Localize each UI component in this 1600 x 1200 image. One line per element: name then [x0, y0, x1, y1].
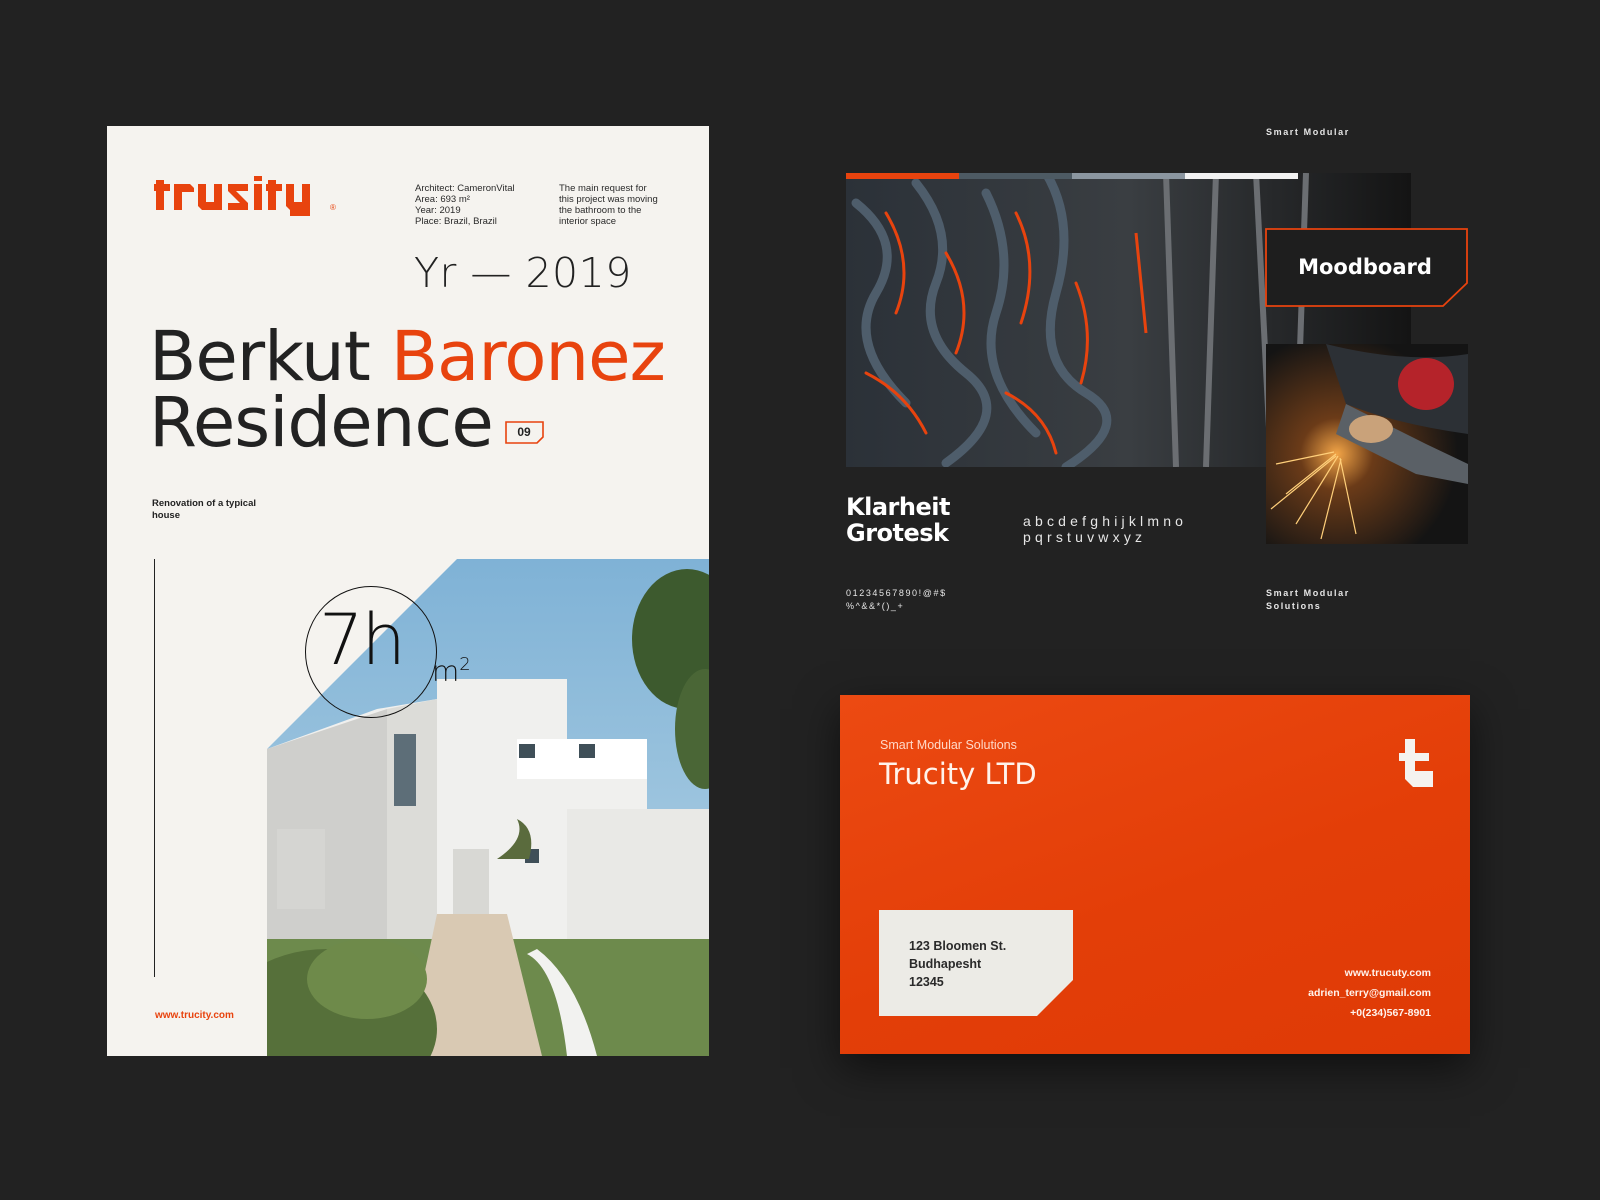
project-subtitle: Renovation of a typical house — [152, 498, 256, 521]
swatch-accent — [846, 173, 959, 179]
poster-website-link[interactable]: www.trucity.com — [155, 1010, 234, 1021]
vertical-divider — [154, 559, 155, 977]
trucity-logo: ® — [154, 176, 336, 216]
area-unit-exponent: 2 — [459, 654, 471, 675]
poster-card: ® Architect: CameronVital Area: 693 m² Y… — [107, 126, 709, 1056]
issue-badge: 09 — [505, 421, 544, 444]
moodboard-title: Moodboard — [1298, 255, 1432, 279]
envelope-tagline: Smart Modular Solutions — [880, 738, 1017, 752]
swatch-gray — [1072, 173, 1185, 179]
envelope-website-link[interactable]: www.trucuty.com — [1308, 963, 1431, 983]
envelope-card: Smart Modular Solutions Trucity LTD 123 … — [840, 695, 1470, 1054]
typeface-name: Klarheit Grotesk — [846, 493, 950, 547]
trucity-mark-icon — [1399, 739, 1433, 787]
year-label: Yr — 2019 — [414, 249, 632, 297]
project-meta: Architect: CameronVital Area: 693 m² Yea… — [415, 183, 515, 227]
project-title: Berkut Baronez Residence — [149, 323, 666, 458]
typeface-numbers: 01234567890!@#$ %^&&*()_+ — [846, 588, 947, 611]
title-part-2: Residence — [149, 383, 494, 463]
moodboard-tag: Moodboard — [1265, 228, 1469, 308]
envelope-email-link[interactable]: adrien_terry@gmail.com — [1308, 983, 1431, 1003]
moodboard-top-label: Smart Modular — [1266, 127, 1350, 137]
typeface-alphabet: abcdefghijklmno pqrstuvwxyz — [1023, 513, 1188, 545]
company-name: Trucity LTD — [879, 757, 1037, 791]
registered-mark: ® — [330, 203, 336, 212]
envelope-phone: +0(234)567-8901 — [1350, 1007, 1431, 1019]
issue-number: 09 — [517, 425, 531, 439]
area-unit: m2 — [432, 654, 471, 687]
mailing-address: 123 Bloomen St. Budhapesht 12345 — [909, 939, 1007, 989]
area-value: 7h — [319, 599, 406, 681]
swatch-slate — [959, 173, 1072, 179]
area-unit-text: m — [432, 654, 460, 688]
moodboard-bottom-label: Smart Modular Solutions — [1266, 588, 1350, 611]
project-description: The main request for this project was mo… — [559, 183, 658, 227]
color-palette-strip — [846, 173, 1298, 179]
contact-block: www.trucuty.com adrien_terry@gmail.com +… — [1308, 963, 1431, 1023]
welding-photo — [1266, 344, 1468, 544]
swatch-white — [1185, 173, 1298, 179]
